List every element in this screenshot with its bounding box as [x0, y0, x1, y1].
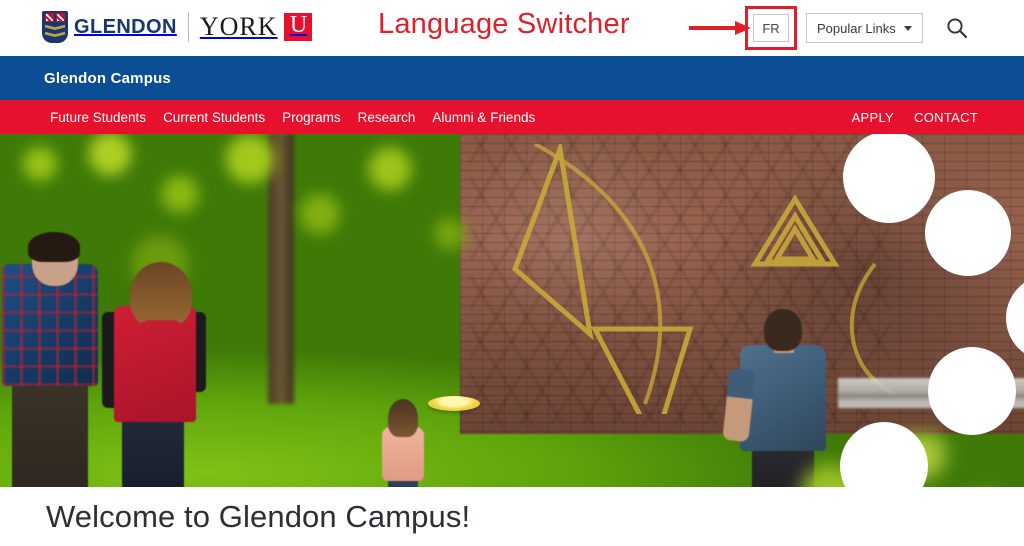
primary-nav-group: Future Students Current Students Program…	[50, 110, 535, 125]
nav-item-contact[interactable]: CONTACT	[914, 110, 978, 125]
language-switcher-button[interactable]: FR	[753, 14, 789, 42]
chevron-down-icon	[903, 25, 912, 31]
nav-item-future-students[interactable]: Future Students	[50, 110, 146, 125]
hero-frisbee	[428, 396, 480, 411]
nav-item-current-students[interactable]: Current Students	[163, 110, 265, 125]
secondary-nav-group: APPLY CONTACT	[852, 110, 978, 125]
hero-person-student-2	[96, 262, 226, 487]
campus-title: Glendon Campus	[44, 69, 171, 87]
page-title: Welcome to Glendon Campus!	[46, 498, 471, 534]
hero-decorative-circle	[843, 134, 935, 223]
hero-banner	[0, 134, 1024, 487]
nav-item-programs[interactable]: Programs	[282, 110, 341, 125]
hero-decorative-circle	[925, 190, 1011, 276]
popular-links-dropdown[interactable]: Popular Links	[806, 13, 923, 43]
nav-item-apply[interactable]: APPLY	[852, 110, 894, 125]
popular-links-label: Popular Links	[817, 20, 896, 36]
campus-bar: Glendon Campus	[0, 56, 1024, 100]
logo-divider	[187, 12, 189, 42]
main-navigation: Future Students Current Students Program…	[0, 100, 1024, 134]
york-u-mark: U	[284, 13, 313, 41]
site-logo-link[interactable]: GLENDON YORK U	[42, 6, 313, 48]
right-arrow-icon	[689, 21, 751, 35]
glendon-shield-icon	[42, 11, 68, 43]
hero-person-student-1	[0, 232, 110, 487]
glendon-wordmark: GLENDON	[74, 15, 177, 38]
hero-decorative-circle	[928, 347, 1016, 435]
york-wordmark: YORK	[199, 12, 278, 41]
hero-person-student-3	[372, 399, 434, 487]
search-icon	[947, 18, 968, 39]
nav-item-research[interactable]: Research	[358, 110, 416, 125]
main-content: Welcome to Glendon Campus!	[0, 487, 1024, 546]
top-utility-bar: GLENDON YORK U Language Switcher FR Popu…	[0, 0, 1024, 56]
page-root: GLENDON YORK U Language Switcher FR Popu…	[0, 0, 1024, 546]
nav-item-alumni-friends[interactable]: Alumni & Friends	[432, 110, 535, 125]
annotation-label: Language Switcher	[378, 8, 630, 40]
search-button[interactable]	[946, 17, 968, 39]
